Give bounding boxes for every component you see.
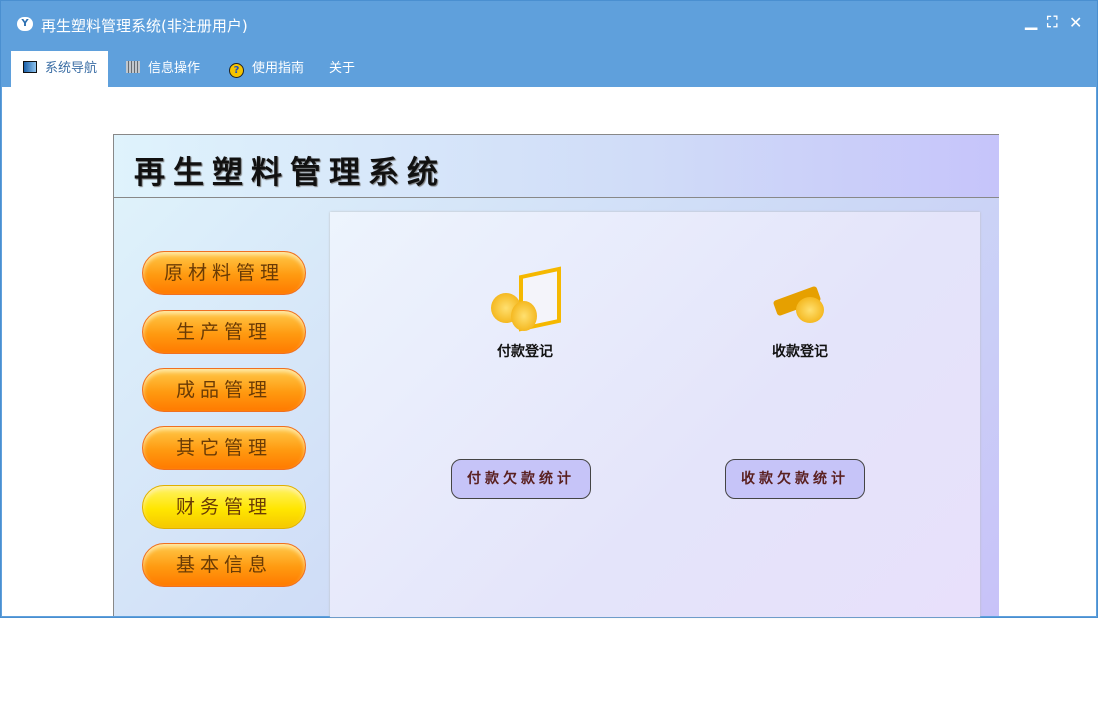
nav-products[interactable]: 成品管理 — [142, 368, 306, 412]
minimize-icon[interactable]: ▁ — [1025, 11, 1037, 30]
nav-finance[interactable]: 财务管理 — [142, 485, 306, 529]
tab-system-nav[interactable]: 系统导航 — [11, 51, 108, 87]
title-bar: Y 再生塑料管理系统(非注册用户) ▁ ⛶ ✕ — [1, 1, 1097, 49]
content-area: 再生塑料管理系统 原材料管理 生产管理 成品管理 其它管理 财务管理 基本信息 … — [2, 87, 1096, 617]
help-icon: ? — [229, 63, 244, 78]
payment-register-button[interactable]: 付款登记 — [480, 266, 570, 361]
monitor-icon — [23, 61, 37, 73]
tab-about[interactable]: 关于 — [329, 51, 355, 87]
nav-production[interactable]: 生产管理 — [142, 310, 306, 354]
payment-arrears-stats-button[interactable]: 付款欠款统计 — [451, 459, 591, 499]
window-title: 再生塑料管理系统(非注册用户) — [41, 17, 248, 35]
close-icon[interactable]: ✕ — [1069, 13, 1082, 32]
panel-header: 再生塑料管理系统 — [114, 135, 999, 198]
tab-label: 使用指南 — [252, 61, 305, 76]
tab-user-guide[interactable]: ? 使用指南 — [229, 51, 304, 87]
payment-coins-icon — [485, 266, 565, 335]
tab-label: 信息操作 — [148, 61, 201, 76]
finance-area: 付款登记 收款登记 付款欠款统计 收款欠款统计 — [330, 212, 980, 617]
app-logo-icon: Y — [17, 17, 33, 31]
nav-basic-info[interactable]: 基本信息 — [142, 543, 306, 587]
payment-register-label: 付款登记 — [497, 344, 553, 360]
nav-other[interactable]: 其它管理 — [142, 426, 306, 470]
tab-label: 系统导航 — [45, 61, 98, 76]
navigation-panel: 再生塑料管理系统 原材料管理 生产管理 成品管理 其它管理 财务管理 基本信息 … — [113, 134, 999, 617]
tab-strip: 系统导航 信息操作 ? 使用指南 关于 — [1, 49, 1097, 87]
app-window: Y 再生塑料管理系统(非注册用户) ▁ ⛶ ✕ 系统导航 信息操作 ? 使用指南 … — [0, 0, 1098, 618]
restore-icon[interactable]: ⛶ — [1047, 13, 1058, 31]
tab-label: 关于 — [329, 61, 356, 76]
receipt-coins-icon — [760, 269, 840, 335]
nav-raw-materials[interactable]: 原材料管理 — [142, 251, 306, 295]
panel-title: 再生塑料管理系统 — [134, 155, 446, 191]
receipt-register-button[interactable]: 收款登记 — [755, 269, 845, 361]
receipt-register-label: 收款登记 — [772, 344, 828, 360]
tab-info-ops[interactable]: 信息操作 — [126, 51, 200, 87]
grid-icon — [126, 61, 140, 73]
receipt-arrears-stats-button[interactable]: 收款欠款统计 — [725, 459, 865, 499]
